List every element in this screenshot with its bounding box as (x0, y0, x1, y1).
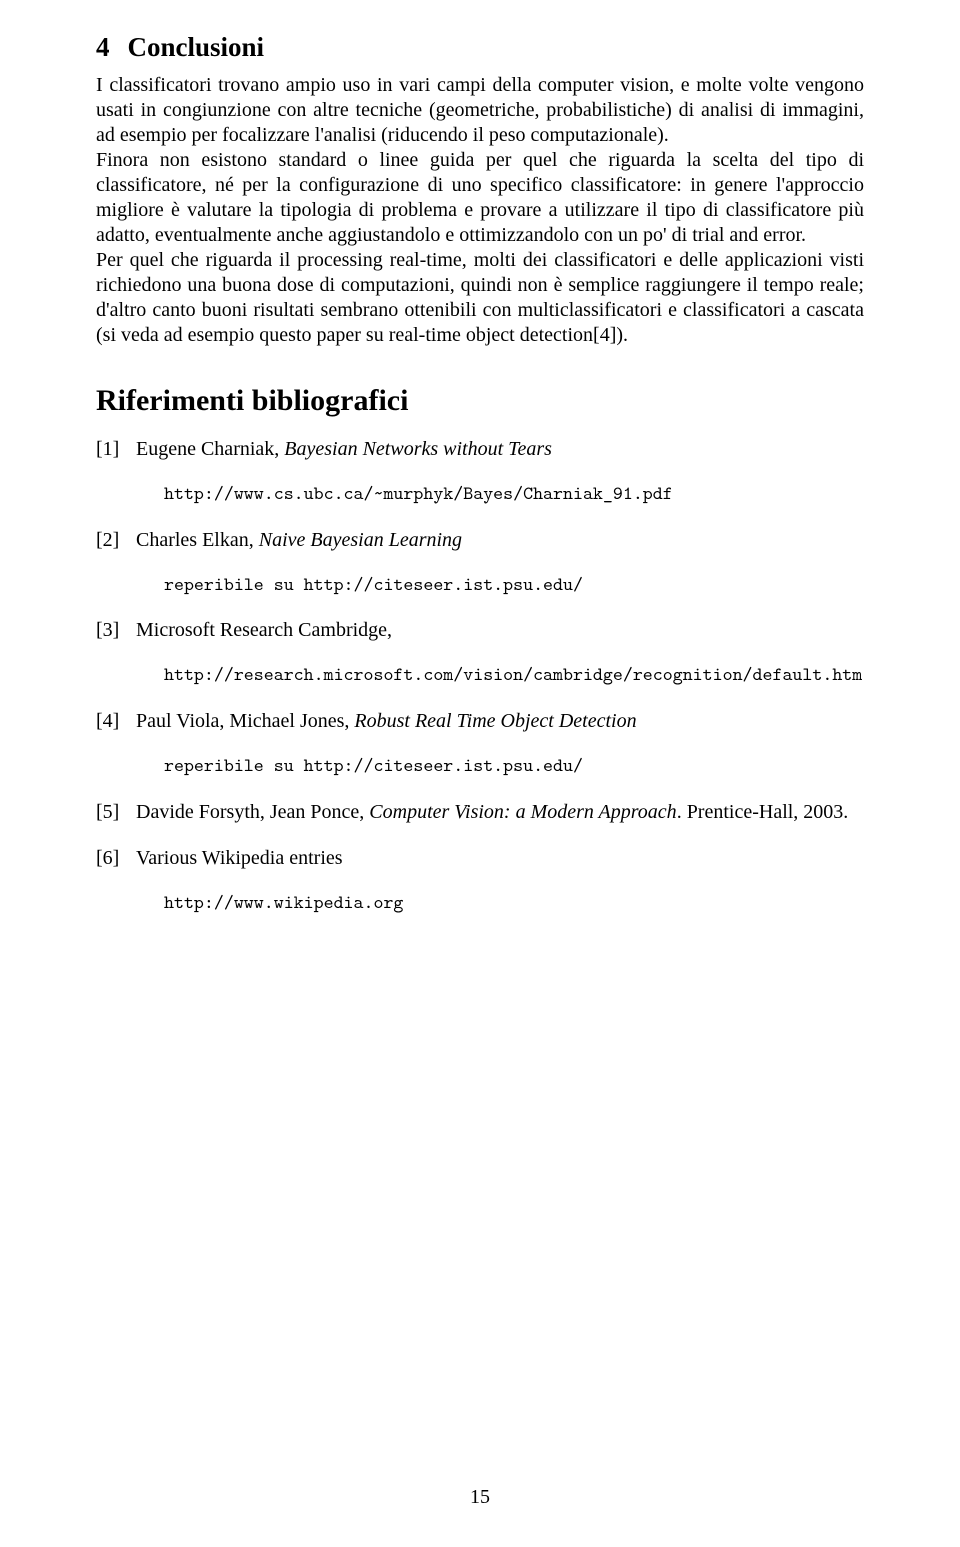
page-number: 15 (0, 1486, 960, 1509)
reference-rest: . Prentice-Hall, 2003. (677, 801, 849, 823)
reference-authors: Davide Forsyth, Jean Ponce, (136, 801, 369, 823)
reference-url: reperibile su http://citeseer.ist.psu.ed… (136, 573, 864, 598)
reference-authors: Paul Viola, Michael Jones, (136, 710, 354, 732)
reference-authors: Charles Elkan, (136, 529, 259, 551)
reference-title: Computer Vision: a Modern Approach (369, 801, 676, 823)
reference-url: http://www.wikipedia.org (136, 891, 864, 916)
reference-authors: Microsoft Research Cambridge, (136, 619, 392, 641)
reference-authors: Eugene Charniak, (136, 438, 284, 460)
reference-marker: [2] (96, 527, 119, 553)
reference-url: reperibile su http://citeseer.ist.psu.ed… (136, 754, 864, 779)
section-heading: 4 Conclusioni (96, 32, 864, 63)
reference-url: http://www.cs.ubc.ca/~murphyk/Bayes/Char… (136, 482, 864, 507)
section-number: 4 (96, 32, 110, 62)
reference-item: [6] Various Wikipedia entries http://www… (96, 845, 864, 916)
page: 4 Conclusioni I classificatori trovano am… (0, 0, 960, 1547)
reference-marker: [1] (96, 436, 119, 462)
reference-marker: [4] (96, 708, 119, 734)
section-title: Conclusioni (128, 32, 265, 62)
reference-title: Bayesian Networks without Tears (284, 438, 552, 460)
reference-marker: [6] (96, 845, 119, 871)
reference-authors: Various Wikipedia entries (136, 847, 343, 869)
reference-marker: [3] (96, 617, 119, 643)
reference-item: [5] Davide Forsyth, Jean Ponce, Computer… (96, 799, 864, 825)
reference-url: http://research.microsoft.com/vision/cam… (136, 663, 864, 688)
reference-marker: [5] (96, 799, 119, 825)
references-list: [1] Eugene Charniak, Bayesian Networks w… (96, 436, 864, 915)
reference-item: [4] Paul Viola, Michael Jones, Robust Re… (96, 708, 864, 779)
reference-title: Robust Real Time Object Detection (354, 710, 636, 732)
reference-title: Naive Bayesian Learning (259, 529, 462, 551)
reference-item: [3] Microsoft Research Cambridge, http:/… (96, 617, 864, 688)
reference-item: [2] Charles Elkan, Naive Bayesian Learni… (96, 527, 864, 598)
section-body: I classificatori trovano ampio uso in va… (96, 73, 864, 348)
reference-item: [1] Eugene Charniak, Bayesian Networks w… (96, 436, 864, 507)
references-heading: Riferimenti bibliografici (96, 384, 864, 418)
